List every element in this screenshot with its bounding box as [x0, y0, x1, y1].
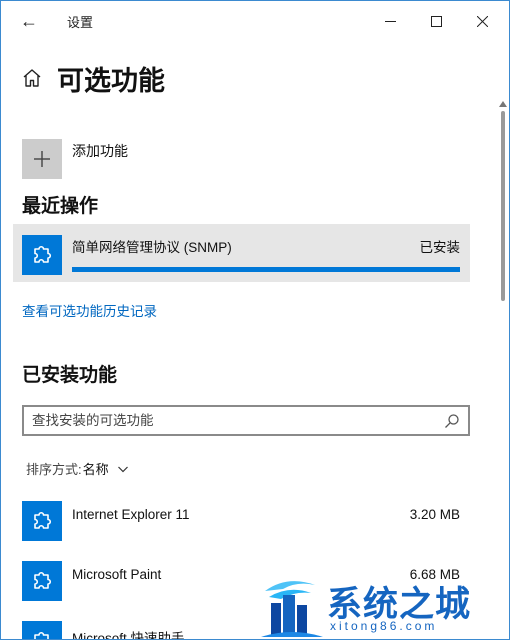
feature-history-link[interactable]: 查看可选功能历史记录	[22, 300, 157, 320]
search-box[interactable]	[22, 405, 470, 436]
minimize-icon	[384, 20, 396, 22]
castle-logo-icon	[261, 581, 323, 637]
feature-tile	[22, 235, 62, 275]
sort-value: 名称	[82, 462, 109, 477]
close-icon	[476, 15, 488, 27]
add-feature-label[interactable]: 添加功能	[72, 141, 128, 161]
settings-window: ← 设置 可选功能 添加功能 最近操作 简单网络管理协议 (SNMP) 已安装	[0, 0, 510, 640]
home-icon[interactable]	[21, 67, 43, 89]
maximize-icon	[430, 15, 442, 27]
search-icon[interactable]	[444, 413, 460, 429]
puzzle-piece-icon	[34, 245, 52, 263]
feature-tile	[22, 561, 62, 601]
back-arrow-icon: ←	[20, 10, 38, 31]
feature-name: Microsoft Paint	[72, 567, 162, 582]
scrollbar-thumb[interactable]	[501, 111, 505, 301]
sort-label: 排序方式:	[26, 462, 82, 477]
scroll-up-icon[interactable]	[498, 100, 508, 108]
watermark-logo: 系统之城 xitong86.com	[257, 571, 509, 639]
feature-name: Internet Explorer 11	[72, 507, 190, 522]
feature-size: 3.20 MB	[409, 507, 460, 522]
chevron-down-icon	[117, 466, 128, 472]
feature-tile	[22, 501, 62, 541]
plus-icon	[34, 151, 50, 167]
puzzle-piece-icon	[34, 511, 52, 529]
install-progress-bar	[72, 267, 460, 272]
page-title: 可选功能	[57, 66, 165, 96]
puzzle-piece-icon	[34, 571, 52, 589]
recent-action-name: 简单网络管理协议 (SNMP)	[72, 240, 232, 255]
maximize-button[interactable]	[413, 5, 459, 37]
puzzle-piece-icon	[34, 631, 50, 639]
close-button[interactable]	[459, 5, 505, 37]
installed-features-heading: 已安装功能	[22, 365, 118, 386]
recent-action-status: 已安装	[419, 240, 461, 255]
feature-name: Microsoft 快速助手	[72, 631, 185, 640]
recent-action-item[interactable]: 简单网络管理协议 (SNMP) 已安装	[13, 224, 470, 282]
feature-item[interactable]: Internet Explorer 11 3.20 MB	[22, 501, 470, 543]
add-feature-button[interactable]	[22, 139, 62, 179]
sort-dropdown[interactable]: 排序方式: 名称	[26, 459, 129, 478]
watermark-url: xitong86.com	[330, 619, 438, 633]
back-button[interactable]: ←	[15, 9, 43, 33]
recent-actions-heading: 最近操作	[22, 196, 99, 217]
feature-tile	[22, 621, 62, 639]
window-title: 设置	[67, 15, 94, 30]
install-progress-fill	[72, 267, 460, 272]
title-bar: ← 设置	[1, 1, 509, 41]
minimize-button[interactable]	[367, 5, 413, 37]
search-input[interactable]	[32, 411, 432, 430]
